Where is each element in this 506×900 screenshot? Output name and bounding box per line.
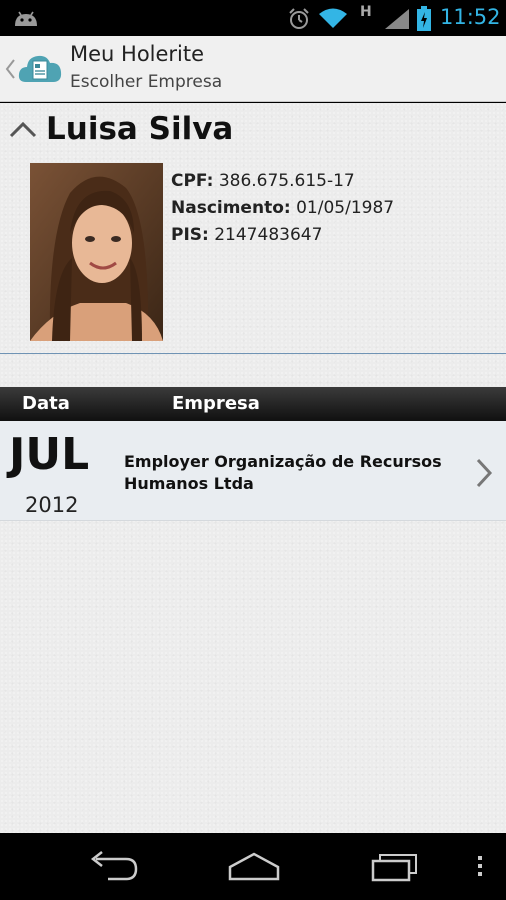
row-year: 2012 bbox=[25, 493, 79, 517]
cpf-row: CPF: 386.675.615-17 bbox=[171, 171, 394, 198]
section-divider bbox=[0, 353, 506, 354]
alarm-icon bbox=[289, 8, 309, 29]
status-bar: H 11:52 bbox=[0, 0, 506, 36]
app-subtitle: Escolher Empresa bbox=[70, 72, 223, 92]
home-icon[interactable] bbox=[226, 849, 282, 883]
app-title: Meu Holerite bbox=[70, 42, 205, 66]
android-icon bbox=[15, 11, 37, 26]
column-header-date: Data bbox=[22, 393, 70, 414]
signal-icon bbox=[385, 9, 409, 29]
birth-label: Nascimento: bbox=[171, 198, 291, 218]
profile-photo bbox=[30, 163, 163, 341]
pis-label: PIS: bbox=[171, 225, 209, 245]
birth-row: Nascimento: 01/05/1987 bbox=[171, 198, 394, 225]
row-month: JUL bbox=[9, 429, 90, 480]
menu-icon[interactable] bbox=[470, 849, 490, 883]
clock: 11:52 bbox=[440, 5, 501, 29]
wifi-icon bbox=[319, 8, 347, 28]
up-navigation-icon[interactable] bbox=[4, 58, 16, 80]
chevron-right-icon[interactable] bbox=[474, 457, 494, 489]
column-header-company: Empresa bbox=[172, 393, 260, 414]
profile-info: CPF: 386.675.615-17 Nascimento: 01/05/19… bbox=[171, 171, 394, 252]
birth-value: 01/05/1987 bbox=[296, 198, 395, 218]
network-type-indicator: H bbox=[360, 4, 372, 20]
table-row[interactable]: JUL 2012 Employer Organização de Recurso… bbox=[0, 421, 506, 521]
content-area: Luisa Silva CPF: 386.675.615-17 Nascimen… bbox=[0, 103, 506, 833]
screen: H 11:52 Meu Holerite Escolher Empresa Lu… bbox=[0, 0, 506, 900]
back-icon[interactable] bbox=[86, 849, 140, 883]
battery-icon bbox=[417, 6, 431, 31]
profile-name: Luisa Silva bbox=[46, 111, 234, 147]
collapse-icon[interactable] bbox=[8, 119, 38, 139]
cpf-value: 386.675.615-17 bbox=[218, 171, 355, 191]
app-logo-icon[interactable] bbox=[16, 50, 64, 86]
table-header: Data Empresa bbox=[0, 387, 506, 421]
recent-apps-icon[interactable] bbox=[370, 849, 422, 883]
row-company: Employer Organização de Recursos Humanos… bbox=[124, 452, 442, 493]
navigation-bar bbox=[0, 833, 506, 900]
action-bar: Meu Holerite Escolher Empresa bbox=[0, 36, 506, 102]
pis-row: PIS: 2147483647 bbox=[171, 225, 394, 252]
cpf-label: CPF: bbox=[171, 171, 214, 191]
pis-value: 2147483647 bbox=[214, 225, 323, 245]
